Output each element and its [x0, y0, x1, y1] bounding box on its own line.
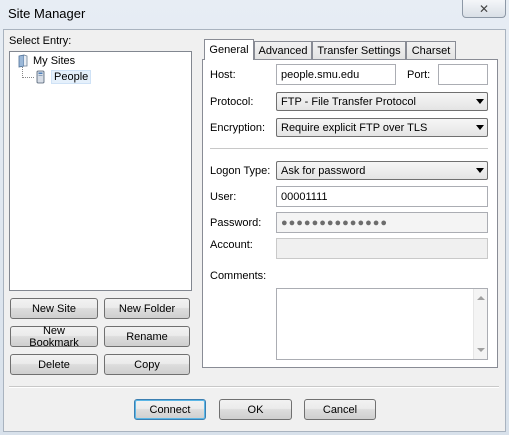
- tree-connector: [22, 77, 34, 78]
- select-entry-label: Select Entry:: [9, 35, 72, 47]
- cancel-button[interactable]: Cancel: [304, 399, 376, 420]
- protocol-value: FTP - File Transfer Protocol: [281, 95, 416, 108]
- divider: [210, 148, 488, 150]
- encryption-label: Encryption:: [210, 122, 266, 134]
- user-input[interactable]: 00001111: [276, 186, 488, 207]
- logon-type-select[interactable]: Ask for password: [276, 161, 488, 180]
- ok-button[interactable]: OK: [219, 399, 292, 420]
- folder-open-icon: [18, 54, 28, 68]
- tree-item-label: People: [51, 70, 92, 84]
- password-label: Password:: [210, 217, 262, 229]
- encryption-value: Require explicit FTP over TLS: [281, 121, 428, 134]
- host-label: Host:: [210, 69, 236, 81]
- protocol-label: Protocol:: [210, 96, 254, 108]
- logon-type-label: Logon Type:: [210, 165, 271, 177]
- account-input: [276, 238, 488, 259]
- password-input: ●●●●●●●●●●●●●●: [276, 212, 488, 233]
- tree-item-my-sites[interactable]: My Sites: [16, 53, 75, 69]
- chevron-down-icon: [476, 168, 484, 173]
- connect-button[interactable]: Connect: [134, 399, 206, 420]
- scroll-up-icon[interactable]: [477, 296, 485, 300]
- close-button[interactable]: ✕: [462, 0, 506, 18]
- port-label: Port:: [407, 69, 431, 81]
- tab-transfer-settings[interactable]: Transfer Settings: [312, 41, 406, 59]
- delete-button[interactable]: Delete: [10, 354, 98, 375]
- comments-textarea[interactable]: [276, 288, 488, 360]
- new-bookmark-button[interactable]: New Bookmark: [10, 325, 98, 349]
- chevron-down-icon: [476, 125, 484, 130]
- footer-divider: [9, 386, 499, 388]
- scroll-down-icon[interactable]: [477, 348, 485, 352]
- copy-button[interactable]: Copy: [104, 354, 190, 375]
- rename-button[interactable]: Rename: [104, 326, 190, 347]
- account-label: Account:: [210, 239, 253, 251]
- tab-charset[interactable]: Charset: [406, 41, 456, 59]
- chevron-down-icon: [476, 99, 484, 104]
- user-label: User:: [210, 191, 237, 203]
- server-icon: [36, 70, 45, 84]
- comments-label: Comments:: [210, 270, 267, 282]
- window-title: Site Manager: [8, 6, 86, 21]
- tree-item-people[interactable]: People: [35, 69, 92, 85]
- new-folder-button[interactable]: New Folder: [104, 298, 190, 319]
- protocol-select[interactable]: FTP - File Transfer Protocol: [276, 92, 488, 111]
- comments-scrollbar[interactable]: [473, 289, 487, 359]
- tab-advanced[interactable]: Advanced: [254, 41, 312, 59]
- port-input[interactable]: [438, 64, 488, 85]
- tree-item-label: My Sites: [33, 55, 76, 67]
- tab-general[interactable]: General: [204, 39, 254, 60]
- encryption-select[interactable]: Require explicit FTP over TLS: [276, 118, 488, 137]
- logon-type-value: Ask for password: [281, 164, 366, 177]
- close-icon: ✕: [478, 1, 490, 16]
- site-tree[interactable]: [9, 51, 192, 291]
- site-manager-window: Site Manager ✕ Select Entry: My Sites Pe…: [0, 0, 509, 435]
- host-input[interactable]: people.smu.edu: [276, 64, 396, 85]
- new-site-button[interactable]: New Site: [10, 298, 98, 319]
